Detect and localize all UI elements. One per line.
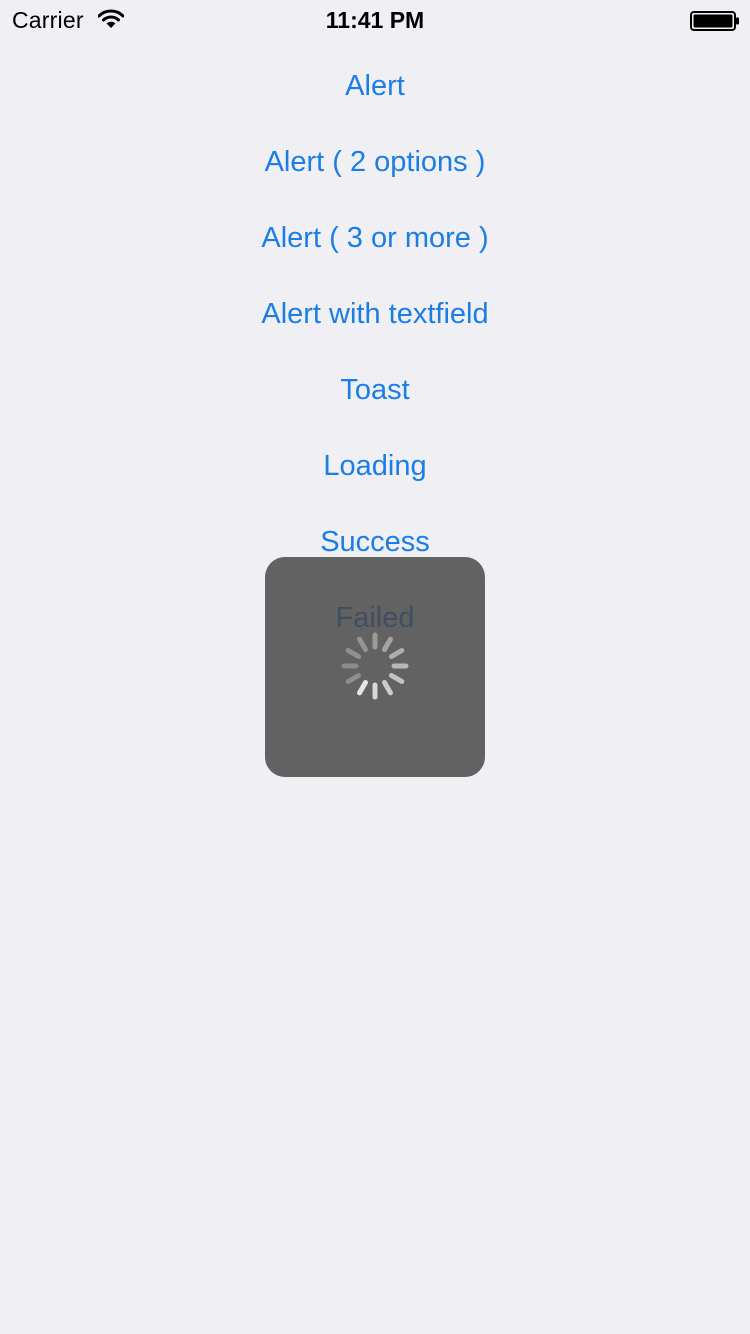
- loading-hud: [265, 557, 485, 777]
- alert-3-or-more-button[interactable]: Alert ( 3 or more ): [0, 200, 750, 276]
- alert-2-options-button[interactable]: Alert ( 2 options ): [0, 124, 750, 200]
- alert-button[interactable]: Alert: [0, 48, 750, 124]
- spinner-icon: [341, 632, 409, 700]
- status-bar: Carrier 11:41 PM: [0, 0, 750, 40]
- status-time: 11:41 PM: [325, 7, 425, 33]
- loading-button[interactable]: Loading: [0, 428, 750, 504]
- alert-with-textfield-button[interactable]: Alert with textfield: [0, 276, 750, 352]
- toast-button[interactable]: Toast: [0, 352, 750, 428]
- battery-icon: [690, 11, 739, 31]
